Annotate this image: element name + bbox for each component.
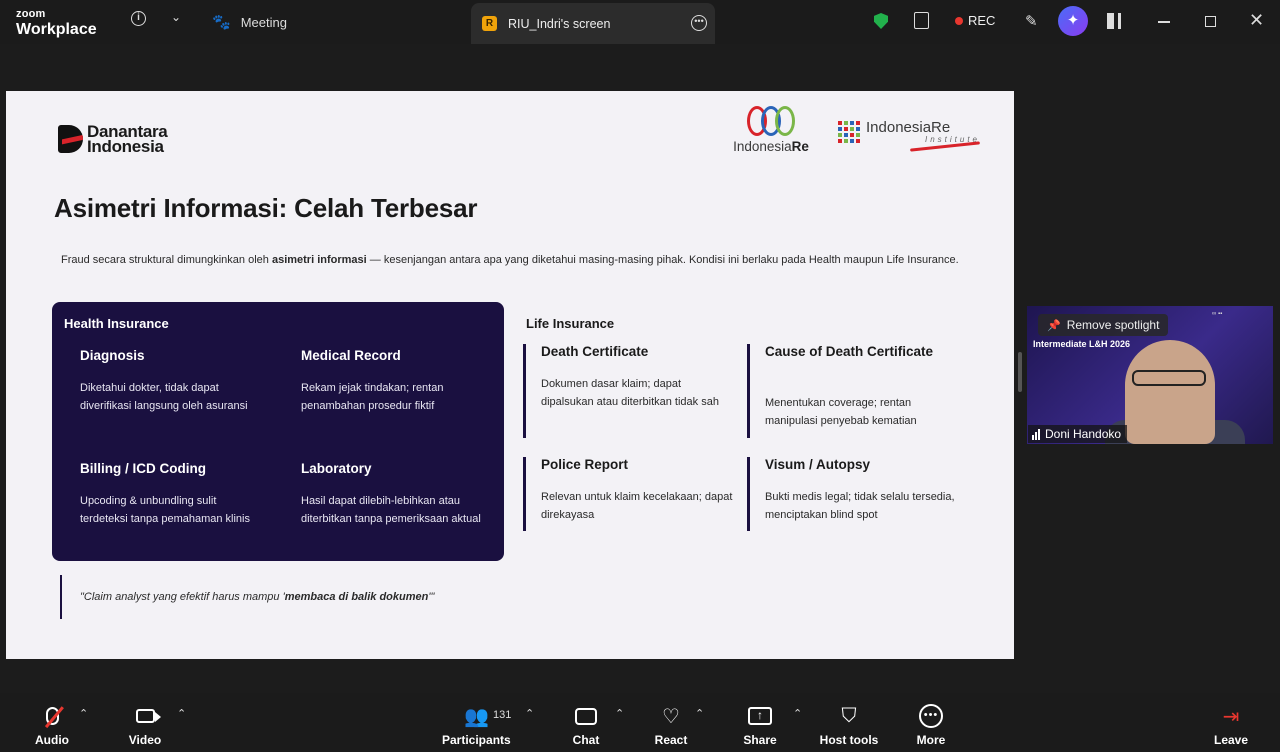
remove-spotlight-button[interactable]: 📌 Remove spotlight xyxy=(1038,314,1169,336)
leave-icon: ⇥ xyxy=(1222,705,1240,728)
leave-button[interactable]: ⇥ Leave xyxy=(1212,693,1250,752)
video-label: Video xyxy=(128,733,162,747)
audio-options-chevron-icon[interactable]: ⌃ xyxy=(79,707,88,720)
zoom-logo: zoom Workplace xyxy=(16,9,97,38)
share-options-chevron-icon[interactable]: ⌃ xyxy=(793,707,802,720)
brand-large: Workplace xyxy=(16,21,97,38)
meeting-toolbar: Audio ⌃ Video ⌃ 👥 Participants ⌃ Chat ⌃ … xyxy=(0,693,1280,752)
chat-options-chevron-icon[interactable]: ⌃ xyxy=(615,707,624,720)
life-item-death-certificate: Death Certificate Dokumen dasar klaim; d… xyxy=(523,344,733,438)
shared-slide: Danantara Indonesia IndonesiaRe Indonesi… xyxy=(6,91,1014,659)
minimize-icon[interactable] xyxy=(1158,21,1170,23)
participants-options-chevron-icon[interactable]: ⌃ xyxy=(525,707,534,720)
ai-companion-icon[interactable]: ✦ xyxy=(1058,6,1088,36)
health-item-billing: Billing / ICD Coding Upcoding & unbundli… xyxy=(80,461,250,525)
camera-icon xyxy=(135,709,161,723)
chat-button[interactable]: Chat xyxy=(570,693,602,752)
avatar: R xyxy=(482,16,497,31)
participants-button[interactable]: 👥 Participants xyxy=(442,693,511,752)
host-tools-button[interactable]: ⛉ Host tools xyxy=(818,693,880,752)
recording-indicator[interactable]: REC xyxy=(955,13,995,28)
microphone-muted-icon xyxy=(44,706,64,728)
maximize-icon[interactable] xyxy=(1205,16,1216,27)
host-shield-icon: ⛉ xyxy=(841,704,857,727)
health-title: Health Insurance xyxy=(64,316,169,331)
participant-glasses xyxy=(1132,370,1206,386)
react-label: React xyxy=(654,733,688,747)
tab-screen-label: RIU_Indri's screen xyxy=(508,16,611,31)
logo-inst-main: IndonesiaRe xyxy=(866,119,951,136)
logo-ire-prefix: Indonesia xyxy=(733,139,792,154)
slide-intro: Fraud secara struktural dimungkinkan ole… xyxy=(61,254,959,266)
share-button[interactable]: ↑ Share xyxy=(741,693,779,752)
brand-small: zoom xyxy=(16,8,46,20)
more-label: More xyxy=(916,733,946,747)
health-item-medical-record: Medical Record Rekam jejak tindakan; ren… xyxy=(301,348,444,412)
leave-label: Leave xyxy=(1213,733,1249,747)
rec-label: REC xyxy=(968,13,996,28)
audio-label: Audio xyxy=(35,733,69,747)
more-options-icon[interactable]: ••• xyxy=(691,15,707,31)
title-bar: zoom Workplace i ⌄ 🐾 Meeting R RIU_Indri… xyxy=(0,0,1280,44)
life-item-police-report: Police Report Relevan untuk klaim kecela… xyxy=(523,457,733,531)
heart-icon: ♡ xyxy=(662,705,680,728)
life-title: Life Insurance xyxy=(526,316,615,331)
spotlight-label: Remove spotlight xyxy=(1066,318,1160,332)
health-item-laboratory: Laboratory Hasil dapat dilebih-lebihkan … xyxy=(301,461,481,525)
pin-icon: 📌 xyxy=(1047,319,1061,332)
tab-meeting-label: Meeting xyxy=(240,14,287,30)
indonesiare-institute-logo: IndonesiaRe Institute xyxy=(838,119,980,152)
logo-indonesia-text: Indonesia xyxy=(87,137,164,156)
info-icon[interactable]: i xyxy=(131,11,146,26)
participants-label: Participants xyxy=(442,733,511,747)
participant-head xyxy=(1125,340,1215,444)
react-button[interactable]: ♡ React xyxy=(652,693,690,752)
slide-quote: "Claim analyst yang efektif harus mampu … xyxy=(60,575,434,619)
participant-name: Doni Handoko xyxy=(1045,427,1122,441)
side-panel-icon[interactable] xyxy=(1107,13,1121,29)
logo-ire-suffix: Re xyxy=(791,139,809,154)
host-tools-label: Host tools xyxy=(819,733,879,747)
annotate-pen-icon[interactable]: ✎ xyxy=(1025,12,1038,30)
danantara-logo: Danantara Indonesia xyxy=(58,123,168,156)
audio-button[interactable]: Audio xyxy=(34,693,70,752)
life-item-visum-autopsy: Visum / Autopsy Bukti medis legal; tidak… xyxy=(747,457,957,531)
chat-label: Chat xyxy=(572,733,600,747)
video-options-chevron-icon[interactable]: ⌃ xyxy=(177,707,186,720)
security-shield-icon[interactable] xyxy=(874,13,888,29)
indonesiare-logo: IndonesiaRe xyxy=(724,106,818,154)
react-options-chevron-icon[interactable]: ⌃ xyxy=(695,707,704,720)
notes-icon[interactable] xyxy=(914,12,929,29)
chevron-down-icon[interactable]: ⌄ xyxy=(171,10,181,24)
rec-dot-icon xyxy=(955,16,963,25)
video-button[interactable]: Video xyxy=(125,693,165,752)
slide-title: Asimetri Informasi: Celah Terbesar xyxy=(54,193,478,223)
more-button[interactable]: ••• More xyxy=(912,693,950,752)
rings-icon xyxy=(724,106,818,136)
danantara-mark-icon xyxy=(58,125,83,153)
share-label: Share xyxy=(743,733,777,747)
close-icon[interactable]: ✕ xyxy=(1249,10,1264,31)
health-item-diagnosis: Diagnosis Diketahui dokter, tidak dapat … xyxy=(80,348,248,412)
panel-resize-handle[interactable] xyxy=(1018,352,1022,392)
participants-count: 131 xyxy=(493,709,512,721)
video-logos-icon: ∞ ▪▪ xyxy=(1212,311,1223,317)
grid-mark-icon xyxy=(838,121,860,143)
paw-icon: 🐾 xyxy=(212,14,231,31)
health-insurance-panel: Health Insurance Diagnosis Diketahui dok… xyxy=(52,302,504,561)
life-item-cause-of-death: Cause of Death Certificate Menentukan co… xyxy=(747,344,957,438)
tab-meeting[interactable]: 🐾 Meeting xyxy=(212,0,287,44)
participant-nameplate: Doni Handoko xyxy=(1028,425,1128,443)
tab-shared-screen[interactable]: R RIU_Indri's screen ••• xyxy=(471,3,715,44)
more-icon: ••• xyxy=(919,704,943,728)
signal-bars-icon xyxy=(1032,428,1040,440)
chat-icon xyxy=(575,707,597,725)
share-screen-icon: ↑ xyxy=(748,707,772,725)
video-header-text: Intermediate L&H 2026 xyxy=(1033,339,1131,349)
